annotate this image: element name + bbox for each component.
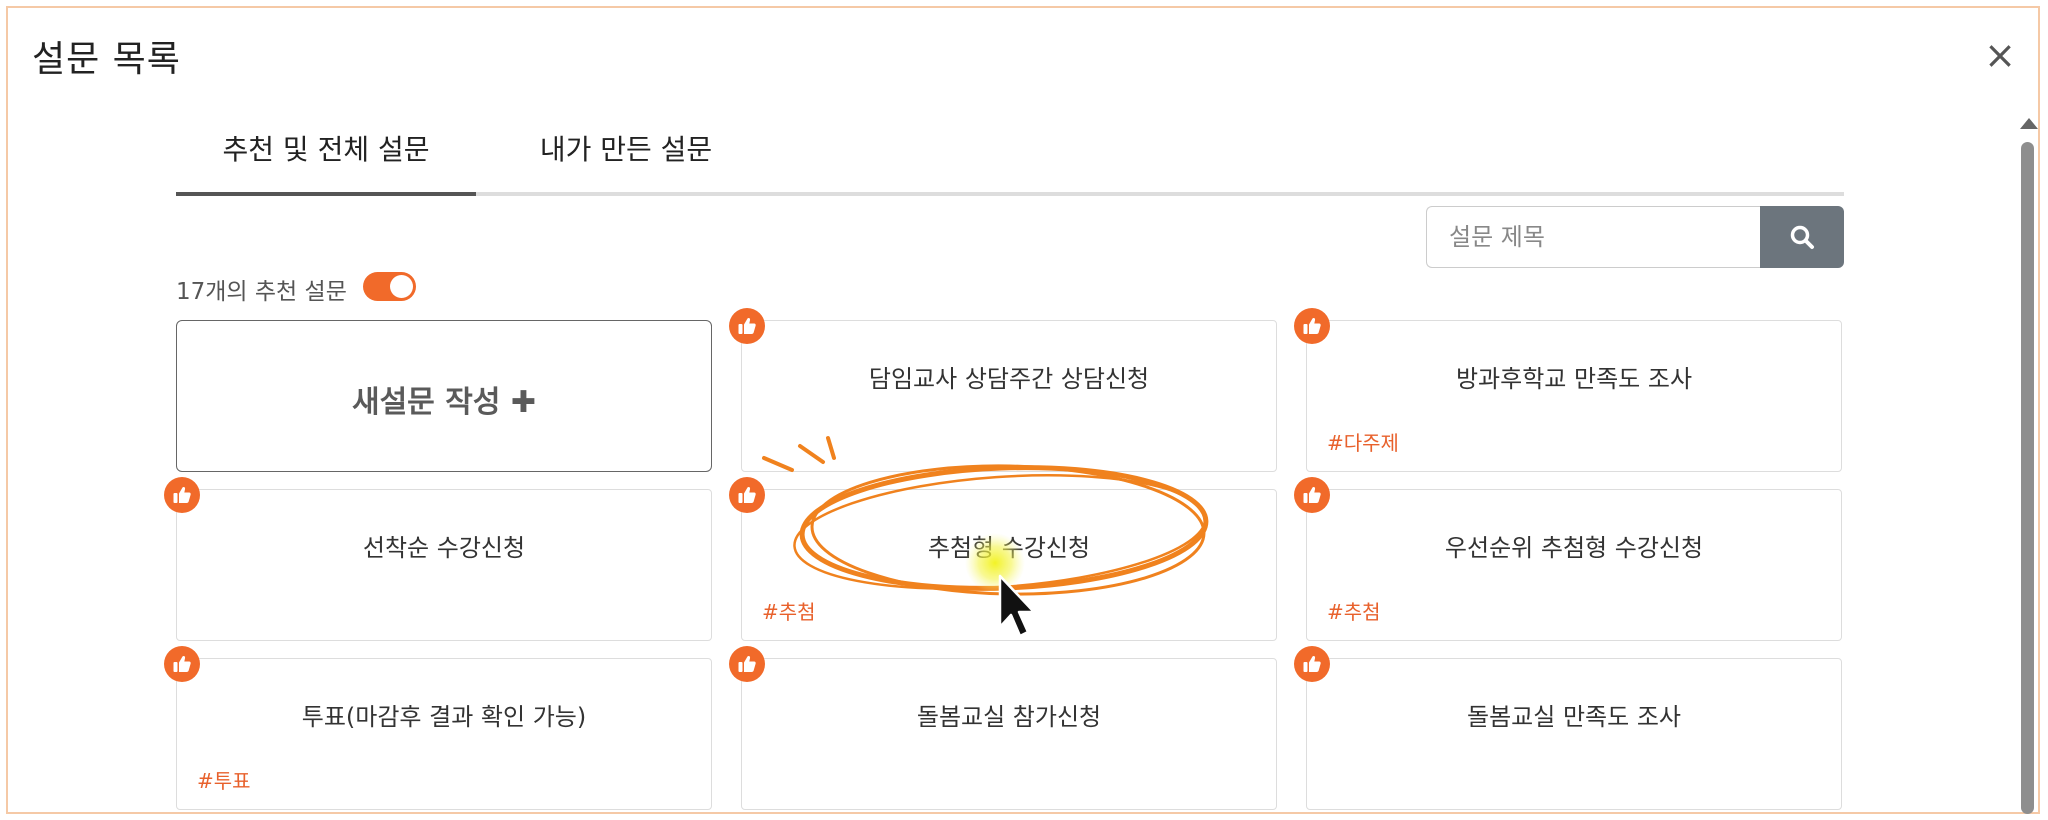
survey-card-tag: #투표 bbox=[197, 769, 251, 793]
survey-card[interactable]: 돌봄교실 만족도 조사 bbox=[1306, 658, 1842, 810]
survey-card-title: 돌봄교실 참가신청 bbox=[916, 703, 1102, 731]
search-icon bbox=[1790, 225, 1814, 249]
survey-card-tag: #다주제 bbox=[1327, 431, 1399, 455]
survey-card[interactable]: 방과후학교 만족도 조사 #다주제 bbox=[1306, 320, 1842, 472]
recommend-badge-icon bbox=[1294, 477, 1330, 513]
survey-card-title: 우선순위 추첨형 수강신청 bbox=[1444, 534, 1704, 562]
recommend-badge-icon bbox=[1294, 308, 1330, 344]
survey-card-title: 방과후학교 만족도 조사 bbox=[1455, 365, 1693, 393]
survey-card[interactable]: 우선순위 추첨형 수강신청 #추첨 bbox=[1306, 489, 1842, 641]
survey-card[interactable]: 추첨형 수강신청 #추첨 bbox=[741, 489, 1277, 641]
new-survey-label: 새설문 작성 ✚ bbox=[351, 385, 537, 420]
survey-card-title: 돌봄교실 만족도 조사 bbox=[1467, 703, 1681, 731]
search-button[interactable] bbox=[1760, 206, 1844, 268]
recommended-toggle[interactable] bbox=[363, 272, 416, 301]
recommend-badge-icon bbox=[729, 477, 765, 513]
dialog-title: 설문 목록 bbox=[32, 39, 181, 80]
recommend-badge-icon bbox=[164, 646, 200, 682]
tab-recommended-all[interactable]: 추천 및 전체 설문 bbox=[176, 118, 476, 196]
close-button[interactable]: × bbox=[1983, 36, 2017, 74]
recommend-badge-icon bbox=[164, 477, 200, 513]
recommend-badge-icon bbox=[1294, 646, 1330, 682]
scrollbar-thumb[interactable] bbox=[2021, 142, 2034, 814]
survey-card-title: 추첨형 수강신청 bbox=[927, 534, 1091, 562]
recommended-count-label: 17개의 추천 설문 bbox=[176, 279, 347, 305]
scroll-up-arrow-icon[interactable] bbox=[2020, 118, 2038, 129]
survey-card-title: 선착순 수강신청 bbox=[362, 534, 526, 562]
survey-card[interactable]: 선착순 수강신청 bbox=[176, 489, 712, 641]
survey-card-title: 담임교사 상담주간 상담신청 bbox=[868, 365, 1150, 393]
new-survey-card[interactable]: 새설문 작성 ✚ bbox=[176, 320, 712, 472]
recommend-badge-icon bbox=[729, 646, 765, 682]
search-input[interactable] bbox=[1426, 206, 1764, 268]
tab-my-surveys[interactable]: 내가 만든 설문 bbox=[476, 118, 776, 192]
survey-card[interactable]: 돌봄교실 참가신청 bbox=[741, 658, 1277, 810]
tab-bar: 추천 및 전체 설문 내가 만든 설문 bbox=[176, 118, 1844, 196]
survey-card[interactable]: 투표(마감후 결과 확인 가능) #투표 bbox=[176, 658, 712, 810]
survey-card-tag: #추첨 bbox=[1327, 600, 1381, 624]
recommend-badge-icon bbox=[729, 308, 765, 344]
survey-card[interactable]: 담임교사 상담주간 상담신청 bbox=[741, 320, 1277, 472]
survey-card-tag: #추첨 bbox=[762, 600, 816, 624]
survey-card-title: 투표(마감후 결과 확인 가능) bbox=[301, 703, 587, 731]
